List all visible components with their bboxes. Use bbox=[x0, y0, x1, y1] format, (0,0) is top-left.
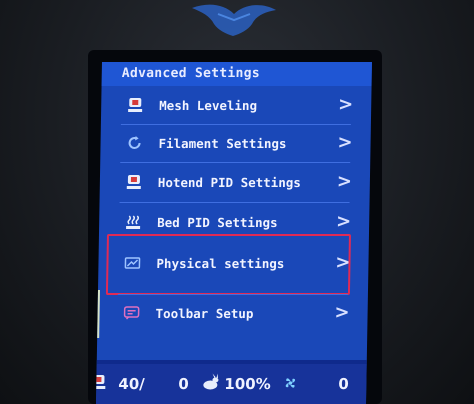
menu-item-hotend-pid-settings[interactable]: Hotend PID Settings > bbox=[108, 165, 359, 201]
fan-value: 0 bbox=[338, 375, 349, 393]
toolbar-icon bbox=[123, 305, 140, 321]
status-bar: 40/ 0 100% 0 bbox=[96, 364, 367, 404]
hotend-target-value: 0 bbox=[178, 375, 189, 393]
dragon-logo-icon bbox=[192, 4, 276, 36]
filament-icon bbox=[126, 135, 142, 151]
hotend-temp-icon bbox=[96, 374, 107, 394]
chevron-right-icon: > bbox=[337, 94, 354, 115]
menu-item-physical-settings[interactable]: Physical settings > bbox=[106, 246, 357, 282]
menu-item-filament-settings[interactable]: Filament Settings > bbox=[108, 126, 359, 162]
menu-item-label: Physical settings bbox=[156, 256, 285, 271]
chevron-right-icon: > bbox=[335, 252, 351, 273]
hotend-icon bbox=[126, 174, 142, 190]
fan-icon bbox=[282, 375, 298, 395]
menu-item-label: Bed PID Settings bbox=[157, 215, 278, 230]
menu-item-mesh-leveling[interactable]: Mesh Leveling > bbox=[109, 88, 360, 124]
menu-item-label: Mesh Leveling bbox=[159, 98, 258, 113]
menu-divider bbox=[117, 294, 348, 295]
menu-item-label: Hotend PID Settings bbox=[157, 175, 302, 190]
hotend-temp-value: 40/ bbox=[118, 375, 145, 393]
mesh-leveling-icon bbox=[127, 97, 143, 113]
menu-item-label: Toolbar Setup bbox=[155, 306, 254, 321]
chevron-right-icon: > bbox=[336, 171, 353, 192]
chevron-right-icon: > bbox=[334, 302, 350, 323]
menu-item-label: Filament Settings bbox=[158, 136, 287, 151]
speed-value: 100% bbox=[224, 375, 271, 393]
chevron-right-icon: > bbox=[335, 211, 352, 232]
chevron-right-icon: > bbox=[337, 132, 353, 153]
title-bar: Advanced Settings bbox=[101, 62, 372, 86]
lcd-screen: Advanced Settings Mesh Leveling > Filame… bbox=[96, 62, 372, 404]
menu-divider bbox=[120, 162, 351, 163]
menu-item-toolbar-setup[interactable]: Toolbar Setup > bbox=[105, 296, 356, 332]
physical-settings-icon bbox=[124, 255, 141, 271]
page-title: Advanced Settings bbox=[121, 66, 261, 81]
menu-divider bbox=[119, 202, 350, 203]
bed-heat-icon bbox=[125, 214, 141, 230]
menu-divider bbox=[120, 124, 351, 125]
speed-rabbit-icon bbox=[200, 373, 220, 395]
